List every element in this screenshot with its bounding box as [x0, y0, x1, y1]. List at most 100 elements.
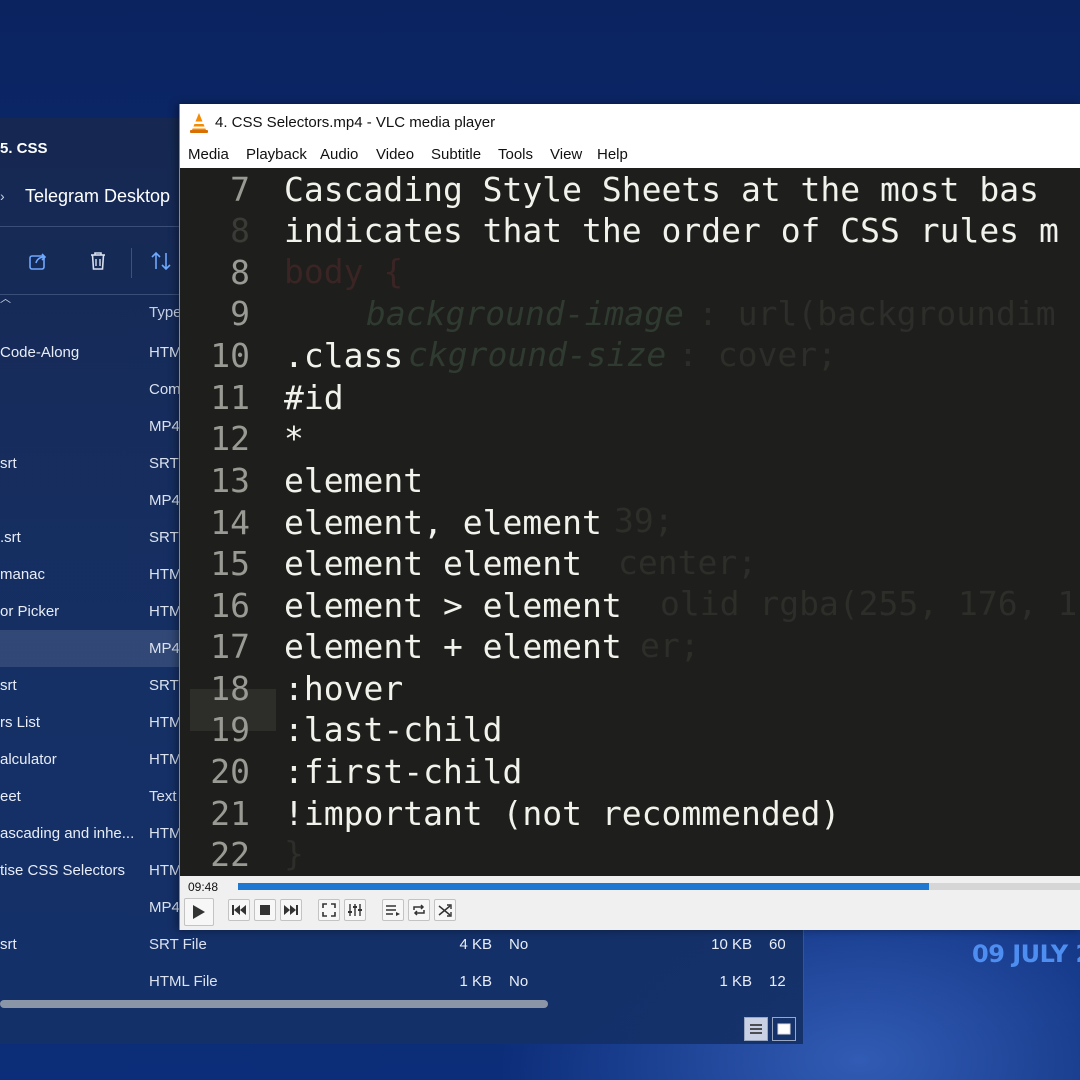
shuffle-icon	[438, 904, 452, 917]
ghost-line15: center;	[618, 543, 758, 582]
ghost-line16: olid rgba(255, 176, 1	[660, 584, 1078, 623]
file-type: HTM	[149, 751, 182, 768]
file-size: 1 KB	[459, 973, 492, 990]
line-number: 11	[210, 378, 250, 417]
loop-icon	[413, 904, 425, 916]
tiles-icon	[777, 1023, 791, 1035]
explorer-title: 5. CSS	[0, 140, 48, 157]
vlc-controls: 09:48	[180, 876, 1080, 930]
file-type: SRT	[149, 455, 179, 472]
chevron-up-icon[interactable]: ︿	[0, 290, 11, 306]
menu-help[interactable]: Help	[597, 146, 628, 163]
chevron-right-icon[interactable]: ›	[0, 188, 5, 204]
menu-view[interactable]: View	[550, 146, 582, 163]
file-type: HTM	[149, 603, 182, 620]
sort-button[interactable]	[148, 248, 174, 274]
ghost-body-selector: body {	[284, 252, 404, 291]
line-number: 8	[230, 211, 250, 250]
menu-subtitle[interactable]: Subtitle	[431, 146, 481, 163]
code-line: !important (not recommended)	[284, 794, 841, 833]
details-view-button[interactable]	[744, 1017, 768, 1041]
file-type: MP4	[149, 899, 180, 916]
code-line: element	[284, 461, 424, 500]
column-header-type[interactable]: Type	[149, 304, 182, 321]
line-number: 13	[210, 461, 250, 500]
line-number: 17	[210, 627, 250, 666]
divider	[0, 226, 180, 227]
file-name: alculator	[0, 751, 57, 768]
code-line: *	[284, 419, 304, 458]
file-name: tise CSS Selectors	[0, 862, 126, 879]
line-number: 16	[210, 586, 250, 625]
line-number: 14	[210, 503, 250, 542]
extended-settings-button[interactable]	[344, 899, 366, 921]
ghost-bg-image-prop: background-image	[366, 294, 684, 333]
code-line: element > element	[284, 586, 622, 625]
line-number: 22	[210, 835, 250, 874]
ghost-brace: }	[284, 834, 304, 873]
stop-icon	[260, 905, 270, 915]
file-row[interactable]: HTML File 1 KB No 1 KB 12	[0, 963, 803, 1000]
ghost-bg-image-value: : url(backgroundim	[698, 294, 1056, 333]
file-name: srt	[0, 936, 17, 953]
line-number: 18	[210, 669, 250, 708]
line-number: 7	[230, 170, 250, 209]
ghost-bg-size-value: : cover;	[678, 335, 837, 374]
file-name: .srt	[0, 529, 21, 546]
play-button[interactable]	[184, 898, 214, 926]
tiles-view-button[interactable]	[772, 1017, 796, 1041]
vlc-window: 4. CSS Selectors.mp4 - VLC media player …	[179, 104, 1080, 930]
sort-icon	[151, 251, 171, 271]
share-button[interactable]	[25, 248, 51, 274]
code-line: :hover	[284, 669, 404, 708]
menu-audio[interactable]: Audio	[320, 146, 358, 163]
file-type: SRT File	[149, 936, 207, 953]
file-flag: No	[509, 973, 529, 990]
file-name: ascading and inhe...	[0, 825, 135, 842]
list-icon	[750, 1024, 762, 1034]
file-size: 4 KB	[459, 936, 492, 953]
delete-button[interactable]	[85, 248, 111, 274]
vlc-window-title: 4. CSS Selectors.mp4 - VLC media player	[215, 114, 496, 131]
playlist-button[interactable]	[382, 899, 404, 921]
previous-button[interactable]	[228, 899, 250, 921]
file-extra: 12	[769, 973, 785, 990]
video-frame[interactable]: body { background-image : url(background…	[180, 168, 1080, 876]
vlc-titlebar[interactable]: 4. CSS Selectors.mp4 - VLC media player	[180, 104, 1080, 142]
toolbar-divider	[131, 248, 132, 278]
code-line: element, element	[284, 503, 602, 542]
shuffle-button[interactable]	[434, 899, 456, 921]
file-name: eet	[0, 788, 21, 805]
horizontal-scrollbar[interactable]	[0, 1000, 548, 1008]
file-name: manac	[0, 566, 46, 583]
code-line: indicates that the order of CSS rules m	[284, 211, 1059, 250]
file-row[interactable]: srt SRT File 4 KB No 10 KB 60	[0, 926, 803, 963]
seek-bar[interactable]	[238, 883, 1080, 890]
loop-button[interactable]	[408, 899, 430, 921]
file-type: SRT	[149, 529, 179, 546]
file-type: HTM	[149, 862, 182, 879]
play-icon	[193, 905, 205, 919]
file-type: Text	[149, 788, 177, 805]
fullscreen-button[interactable]	[318, 899, 340, 921]
line-number: 8	[230, 253, 250, 292]
stop-button[interactable]	[254, 899, 276, 921]
code-line: :last-child	[284, 710, 503, 749]
ghost-line14: 39;	[614, 501, 674, 540]
line-number: 20	[210, 752, 250, 791]
code-line: :first-child	[284, 752, 523, 791]
ghost-bg-size-prop: ckground-size	[408, 335, 667, 374]
line-number: 9	[230, 294, 250, 333]
menu-tools[interactable]: Tools	[498, 146, 533, 163]
fullscreen-icon	[322, 903, 336, 917]
menu-media[interactable]: Media	[188, 146, 229, 163]
menu-video[interactable]: Video	[376, 146, 414, 163]
next-button[interactable]	[280, 899, 302, 921]
code-line: element + element	[284, 627, 622, 666]
file-type: HTM	[149, 566, 182, 583]
breadcrumb-telegram-desktop[interactable]: Telegram Desktop	[25, 186, 170, 207]
share-icon	[29, 253, 47, 270]
seek-bar-fill	[238, 883, 930, 890]
vlc-cone-icon	[190, 113, 208, 133]
menu-playback[interactable]: Playback	[246, 146, 307, 163]
